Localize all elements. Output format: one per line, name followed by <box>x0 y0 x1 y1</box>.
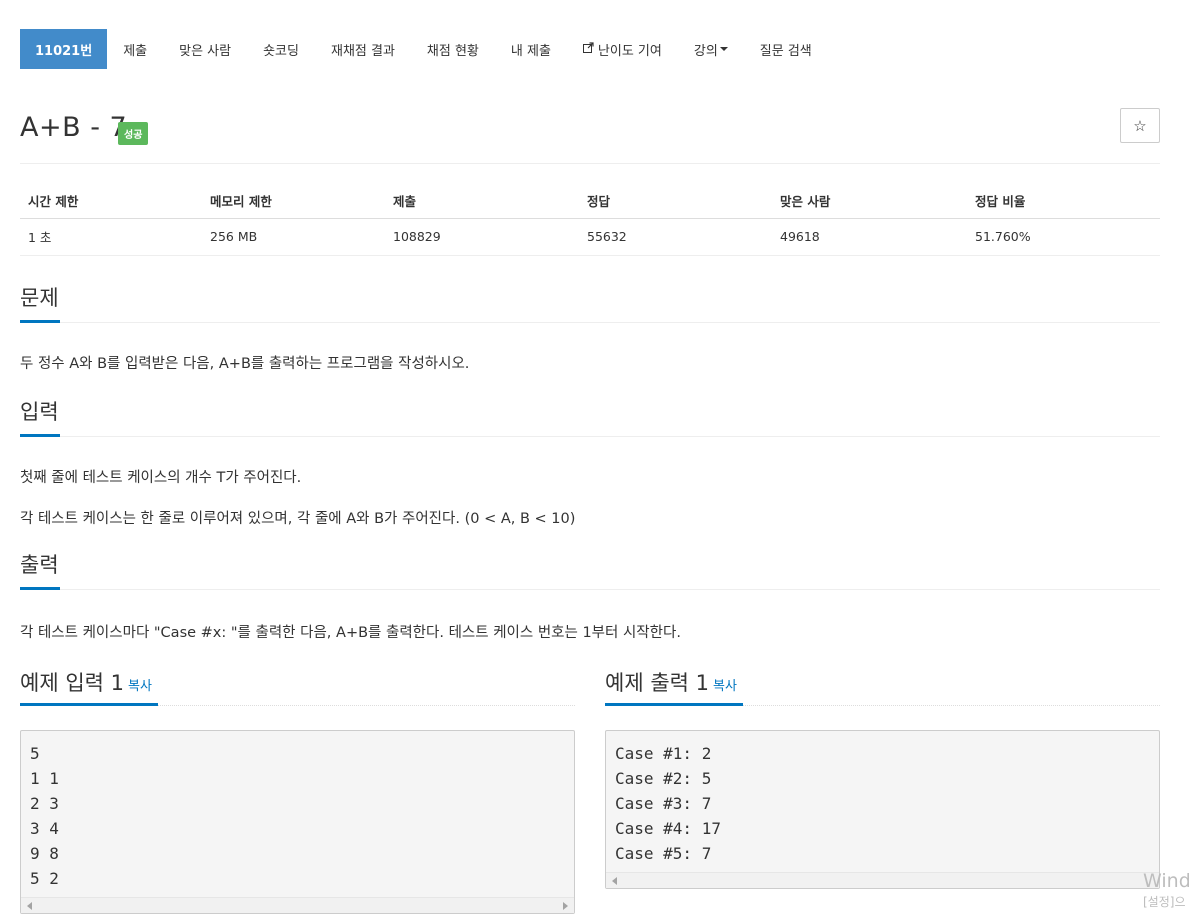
nav-status[interactable]: 채점 현황 <box>411 29 495 69</box>
nav-rejudge-results[interactable]: 재채점 결과 <box>315 29 411 69</box>
column-header: 시간 제한 <box>20 183 202 219</box>
status-badge: 성공 <box>118 122 149 145</box>
table-cell: 256 MB <box>202 218 385 256</box>
nav-my-submissions[interactable]: 내 제출 <box>495 29 567 69</box>
table-cell: 55632 <box>579 218 772 256</box>
sample-header: 예제 입력 1 복사 <box>20 666 575 706</box>
sample-header: 예제 출력 1 복사 <box>605 666 1160 706</box>
nav-label: 제출 <box>123 43 148 59</box>
problem-info-table: 시간 제한 메모리 제한 제출 정답 맞은 사람 정답 비율 1 초 256 M… <box>20 183 1160 256</box>
column-header: 정답 비율 <box>967 183 1160 219</box>
section-heading: 문제 <box>20 286 59 310</box>
sample-line: 5 <box>30 744 40 763</box>
nav-label: 내 제출 <box>510 43 551 59</box>
sample-line: 3 4 <box>30 819 59 838</box>
caret-down-icon <box>719 47 728 51</box>
sample-line: Case #4: 17 <box>615 819 721 838</box>
windows-activation-watermark: Wind <box>1143 870 1189 892</box>
sample-line: 1 1 <box>30 769 59 788</box>
nav-difficulty-contribution[interactable]: 난이도 기여 <box>567 29 678 69</box>
section-header: 출력 <box>20 551 1160 590</box>
star-icon: ☆ <box>1133 117 1147 135</box>
problem-nav: 11021번 제출 맞은 사람 숏코딩 재채점 결과 채점 현황 내 제출 난이… <box>20 29 828 69</box>
problem-description: 두 정수 A와 B를 입력받은 다음, A+B를 출력하는 프로그램을 작성하시… <box>20 356 470 372</box>
nav-label: 난이도 기여 <box>597 43 662 59</box>
sample-line: 9 8 <box>30 844 59 863</box>
heading-underline <box>20 320 60 323</box>
nav-question-search[interactable]: 질문 검색 <box>744 29 828 69</box>
input-description-line: 첫째 줄에 테스트 케이스의 개수 T가 주어진다. <box>20 470 302 486</box>
scroll-left-icon[interactable] <box>612 877 617 885</box>
problem-header: A+B - 7 성공 ☆ <box>20 108 1160 164</box>
sample-line: Case #1: 2 <box>615 744 712 763</box>
section-header: 입력 <box>20 398 1160 437</box>
sample-line: 5 2 <box>30 869 59 888</box>
nav-short-coding[interactable]: 숏코딩 <box>247 29 315 69</box>
scroll-right-icon[interactable] <box>563 902 568 910</box>
table-cell: 49618 <box>772 218 967 256</box>
nav-submit[interactable]: 제출 <box>107 29 163 69</box>
nav-lectures-dropdown[interactable]: 강의 <box>678 29 744 69</box>
windows-activation-watermark-sub: [설정]으 <box>1143 895 1186 909</box>
table-cell: 108829 <box>385 218 579 256</box>
nav-label: 강의 <box>693 43 718 59</box>
section-header: 문제 <box>20 284 1160 323</box>
nav-problem-number[interactable]: 11021번 <box>20 29 108 69</box>
sample-input-box[interactable]: 5 1 1 2 3 3 4 9 8 5 2 <box>20 730 575 914</box>
sample-output-box[interactable]: Case #1: 2 Case #2: 5 Case #3: 7 Case #4: 1… <box>605 730 1160 889</box>
input-description-line: 각 테스트 케이스는 한 줄로 이루어져 있으며, 각 줄에 A와 B가 주어진… <box>20 511 576 527</box>
copy-button[interactable]: 복사 <box>713 679 737 694</box>
problem-section: 문제 <box>20 284 1160 323</box>
heading-underline <box>20 434 60 437</box>
nav-label: 숏코딩 <box>263 43 299 59</box>
column-header: 제출 <box>385 183 579 219</box>
output-section: 출력 <box>20 551 1160 590</box>
horizontal-scrollbar[interactable] <box>606 872 1159 888</box>
heading-underline <box>20 703 158 706</box>
nav-label: 맞은 사람 <box>179 43 232 59</box>
sample-line: Case #3: 7 <box>615 794 712 813</box>
sample-line: Case #2: 5 <box>615 769 712 788</box>
output-description: 각 테스트 케이스마다 "Case #x: "를 출력한 다음, A+B를 출력… <box>20 625 681 641</box>
sample-input: 예제 입력 1 복사 5 1 1 2 3 3 4 9 8 5 2 <box>20 666 575 914</box>
horizontal-scrollbar[interactable] <box>21 897 574 913</box>
sample-heading: 예제 입력 1 <box>20 671 124 695</box>
copy-button[interactable]: 복사 <box>128 679 152 694</box>
sample-line: 2 3 <box>30 794 59 813</box>
problem-title: A+B - 7 <box>20 112 128 143</box>
nav-label: 채점 현황 <box>426 43 479 59</box>
input-section: 입력 <box>20 398 1160 437</box>
table-cell: 1 초 <box>20 218 202 256</box>
heading-underline <box>605 703 743 706</box>
table-header-row: 시간 제한 메모리 제한 제출 정답 맞은 사람 정답 비율 <box>20 183 1160 219</box>
scroll-left-icon[interactable] <box>27 902 32 910</box>
nav-label: 재채점 결과 <box>330 43 395 59</box>
table-row: 1 초 256 MB 108829 55632 49618 51.760% <box>20 218 1160 256</box>
column-header: 메모리 제한 <box>202 183 385 219</box>
sample-line: Case #5: 7 <box>615 844 712 863</box>
nav-label: 질문 검색 <box>759 43 812 59</box>
heading-underline <box>20 587 60 590</box>
sample-output: 예제 출력 1 복사 Case #1: 2 Case #2: 5 Case #3: 7… <box>605 666 1160 889</box>
nav-label: 11021번 <box>35 43 93 59</box>
nav-solved-users[interactable]: 맞은 사람 <box>163 29 247 69</box>
column-header: 정답 <box>579 183 772 219</box>
favorite-button[interactable]: ☆ <box>1120 108 1160 143</box>
section-heading: 입력 <box>20 400 59 424</box>
external-link-icon <box>582 42 594 56</box>
section-heading: 출력 <box>20 553 59 577</box>
table-cell: 51.760% <box>967 218 1160 256</box>
column-header: 맞은 사람 <box>772 183 967 219</box>
sample-heading: 예제 출력 1 <box>605 671 709 695</box>
